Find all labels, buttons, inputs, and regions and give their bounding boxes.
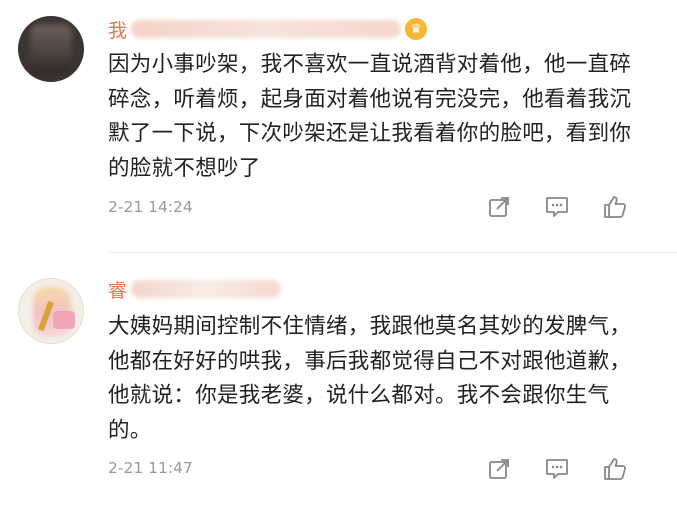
comment-text: 因为小事吵架，我不喜欢一直说酒背对着他，他一直碎碎念，听着烦，起身面对着他说有完… bbox=[108, 52, 632, 181]
username-blurred bbox=[131, 280, 282, 298]
avatar-image bbox=[30, 24, 72, 74]
repost-button[interactable] bbox=[470, 454, 528, 484]
comment-button[interactable] bbox=[528, 192, 586, 222]
comment-button[interactable] bbox=[528, 454, 586, 484]
avatar-detail bbox=[53, 311, 75, 329]
repost-icon bbox=[489, 459, 509, 479]
avatar[interactable] bbox=[18, 278, 84, 344]
comment-divider bbox=[108, 252, 677, 253]
comment-icon bbox=[546, 459, 568, 479]
like-button[interactable] bbox=[586, 454, 644, 484]
comment-icon bbox=[546, 197, 568, 217]
username-row[interactable]: 我 ♛ bbox=[108, 14, 428, 44]
username-row[interactable]: 睿 bbox=[108, 274, 282, 304]
repost-button[interactable] bbox=[470, 192, 528, 222]
like-icon bbox=[604, 196, 627, 218]
comment-text: 大姨妈期间控制不住情绪，我跟他莫名其妙的发脾气，他都在好好的哄我，事后我都觉得自… bbox=[108, 314, 632, 443]
comment-time: 2-21 11:47 bbox=[108, 459, 193, 477]
comment-item: 我 ♛ 因为小事吵架，我不喜欢一直说酒背对着他，他一直碎碎念，听着烦，起身面对着… bbox=[0, 0, 677, 250]
like-icon bbox=[604, 458, 627, 480]
comment-actions bbox=[470, 192, 644, 222]
username[interactable]: 睿 bbox=[108, 276, 127, 303]
avatar[interactable] bbox=[18, 16, 84, 82]
crown-icon: ♛ bbox=[405, 18, 428, 40]
username-blurred bbox=[131, 20, 402, 38]
comment-actions bbox=[470, 454, 644, 484]
repost-icon bbox=[489, 197, 509, 217]
comment-item: 睿 大姨妈期间控制不住情绪，我跟他莫名其妙的发脾气，他都在好好的哄我，事后我都觉… bbox=[0, 254, 677, 507]
comment-time: 2-21 14:24 bbox=[108, 198, 193, 216]
username[interactable]: 我 bbox=[108, 16, 127, 43]
like-button[interactable] bbox=[586, 192, 644, 222]
